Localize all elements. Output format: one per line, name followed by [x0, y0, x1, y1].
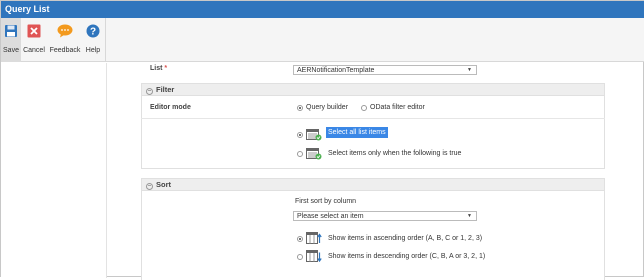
close-icon	[27, 24, 41, 38]
select-all-radio[interactable]	[297, 132, 303, 138]
chat-bubble-icon	[57, 24, 73, 38]
sort-column-select[interactable]: Please select an item ▼	[293, 211, 477, 221]
save-button[interactable]: Save	[1, 18, 21, 62]
chevron-down-icon: ▼	[467, 67, 472, 73]
descending-label: Show items in descending order (C, B, A …	[328, 253, 486, 260]
feedback-button[interactable]: Feedback	[49, 18, 81, 62]
sort-column-placeholder: Please select an item	[297, 213, 364, 220]
help-icon: ?	[86, 24, 100, 38]
sort-descending-icon	[306, 250, 322, 263]
ascending-label: Show items in ascending order (A, B, C o…	[328, 235, 483, 242]
query-form: List * AERNotificationTemplate ▼ – Filter…	[108, 63, 644, 280]
list-select-value: AERNotificationTemplate	[297, 67, 375, 74]
required-mark: *	[164, 65, 168, 72]
chevron-down-icon: ▼	[467, 213, 472, 219]
floppy-disk-icon	[5, 25, 17, 37]
select-all-label[interactable]: Select all list items	[326, 127, 388, 138]
list-field-label: List *	[150, 65, 168, 72]
svg-text:?: ?	[90, 27, 96, 38]
cancel-button[interactable]: Cancel	[22, 18, 46, 62]
ribbon-separator	[105, 18, 106, 62]
sort-title: Sort	[156, 180, 171, 189]
list-select[interactable]: AERNotificationTemplate ▼	[293, 65, 477, 75]
collapse-icon: –	[146, 88, 153, 95]
odata-editor-radio[interactable]	[361, 105, 367, 111]
help-button[interactable]: ? Help	[83, 18, 103, 62]
feedback-label: Feedback	[49, 47, 81, 54]
list-check-icon	[306, 148, 322, 160]
select-conditional-label: Select items only when the following is …	[328, 150, 462, 157]
editor-mode-label: Editor mode	[150, 104, 191, 111]
first-sort-label: First sort by column	[295, 198, 357, 205]
save-label: Save	[3, 47, 19, 54]
select-conditional-radio[interactable]	[297, 151, 303, 157]
window-frame: Query List Save Cancel Feedback ? Help L…	[0, 0, 644, 280]
window-title: Query List	[1, 1, 644, 18]
ribbon-toolbar: Save Cancel Feedback ? Help	[1, 18, 644, 62]
filter-section-header[interactable]: – Filter	[141, 83, 605, 95]
ascending-radio[interactable]	[297, 236, 303, 242]
descending-radio[interactable]	[297, 254, 303, 260]
sort-section-header[interactable]: – Sort	[141, 178, 605, 190]
cancel-label: Cancel	[23, 47, 45, 54]
filter-title: Filter	[156, 85, 175, 94]
help-label: Help	[85, 47, 101, 54]
filter-divider	[141, 118, 605, 119]
query-builder-radio[interactable]	[297, 105, 303, 111]
query-builder-label: Query builder	[306, 104, 349, 111]
sort-ascending-icon	[306, 232, 322, 244]
collapse-icon: –	[146, 183, 153, 190]
odata-editor-label: OData filter editor	[370, 104, 425, 111]
list-check-icon	[306, 129, 322, 141]
left-pane	[1, 63, 107, 278]
